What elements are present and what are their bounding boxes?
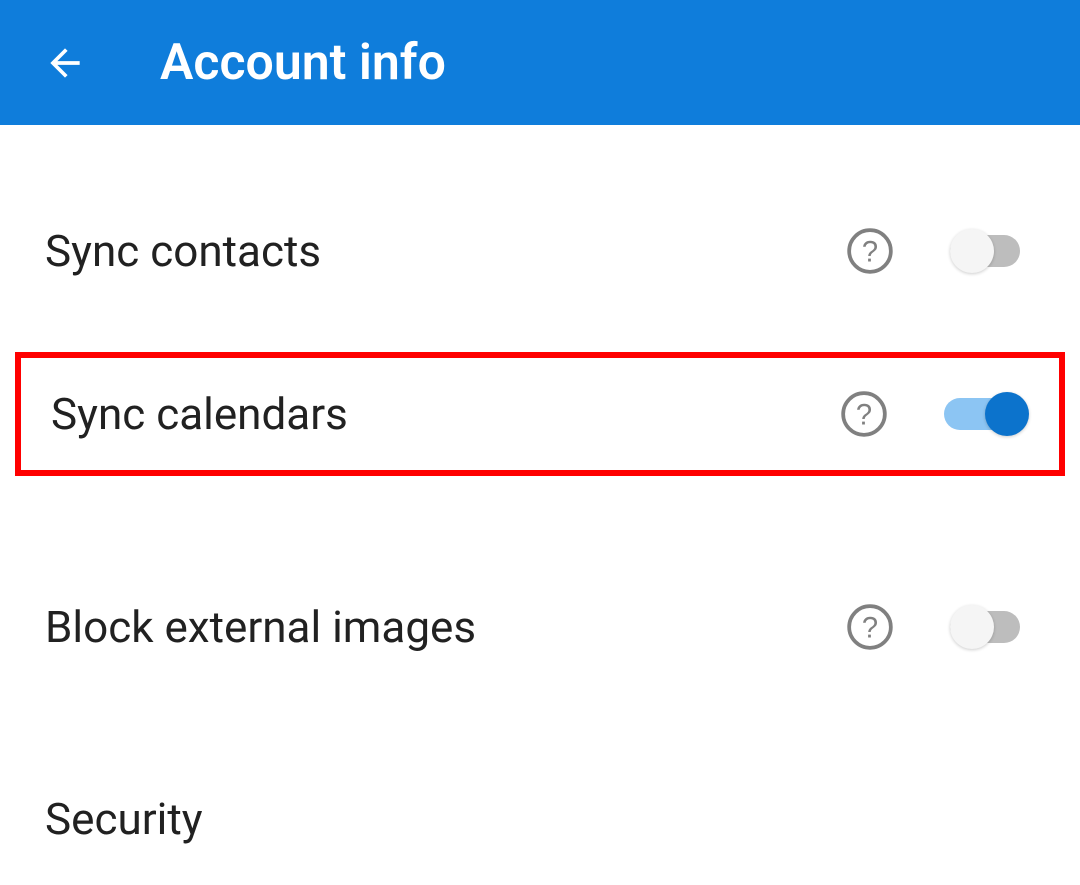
help-button-block-external-images[interactable]: ? [845, 602, 895, 652]
svg-text:?: ? [862, 236, 878, 268]
help-icon: ? [839, 389, 889, 439]
setting-block-external-images[interactable]: Block external images ? [0, 561, 1080, 693]
page-title: Account info [160, 34, 446, 92]
toggle-sync-calendars[interactable] [944, 389, 1029, 439]
toggle-knob [950, 229, 994, 273]
settings-content: Sync contacts ? Sync calendars ? Block e… [0, 125, 1080, 885]
toggle-knob [985, 392, 1029, 436]
toggle-block-external-images[interactable] [950, 602, 1035, 652]
spacer [0, 511, 1080, 561]
help-button-sync-calendars[interactable]: ? [839, 389, 889, 439]
svg-text:?: ? [856, 399, 872, 431]
setting-label: Block external images [45, 601, 845, 653]
help-icon: ? [845, 226, 895, 276]
setting-sync-contacts[interactable]: Sync contacts ? [0, 185, 1080, 317]
header: Account info [0, 0, 1080, 125]
section-security: Security [0, 753, 1080, 885]
help-icon: ? [845, 602, 895, 652]
back-button[interactable] [40, 38, 90, 88]
setting-label: Sync calendars [51, 388, 839, 440]
setting-label: Sync contacts [45, 225, 845, 277]
setting-sync-calendars[interactable]: Sync calendars ? [15, 352, 1065, 476]
help-button-sync-contacts[interactable]: ? [845, 226, 895, 276]
svg-text:?: ? [862, 612, 878, 644]
toggle-sync-contacts[interactable] [950, 226, 1035, 276]
toggle-knob [950, 605, 994, 649]
arrow-left-icon [43, 41, 87, 85]
